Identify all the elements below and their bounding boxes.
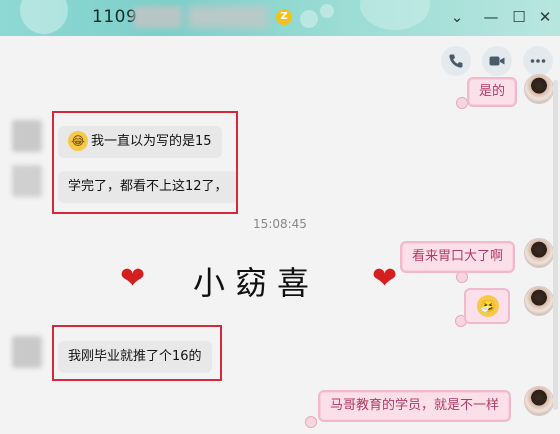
redacted-title xyxy=(134,6,182,28)
title-bar: 1109 Z ⌄ — ☐ ✕ xyxy=(0,0,560,36)
avatar[interactable] xyxy=(12,336,42,368)
maximize-button[interactable]: ☐ xyxy=(508,6,530,28)
sneezing-emoji-icon: 🤧 xyxy=(477,295,499,317)
window-title: 1109 xyxy=(92,7,138,27)
heart-icon: ❤ xyxy=(120,261,146,296)
heart-icon: ❤ xyxy=(372,261,398,296)
highlight-box xyxy=(52,111,238,214)
handwritten-signature: 小窈喜 xyxy=(193,264,320,302)
avatar[interactable] xyxy=(524,74,554,104)
crown-icon: Z xyxy=(276,9,292,25)
highlight-box xyxy=(52,325,222,381)
message-bubble-right[interactable]: 看来胃口大了啊 xyxy=(400,241,516,273)
more-icon xyxy=(530,59,546,63)
member-badge-icon xyxy=(305,416,317,428)
avatar[interactable] xyxy=(524,238,554,268)
decoration xyxy=(320,4,334,18)
voice-call-button[interactable] xyxy=(441,46,471,76)
message-bubble-right[interactable]: 马哥教育的学员，就是不一样 xyxy=(318,390,512,422)
avatar[interactable] xyxy=(524,286,554,316)
video-call-button[interactable] xyxy=(482,46,512,76)
close-button[interactable]: ✕ xyxy=(534,6,556,28)
timestamp: 15:08:45 xyxy=(253,217,307,231)
more-options-button[interactable] xyxy=(523,46,553,76)
decoration xyxy=(20,0,68,34)
minimize-button[interactable]: — xyxy=(480,6,502,28)
avatar[interactable] xyxy=(524,386,554,416)
dropdown-chevron-button[interactable]: ⌄ xyxy=(446,6,468,28)
decoration xyxy=(300,10,318,28)
phone-icon xyxy=(449,54,463,68)
avatar[interactable] xyxy=(12,120,42,152)
message-bubble-right[interactable]: 🤧 xyxy=(464,288,510,324)
avatar[interactable] xyxy=(12,165,42,197)
message-bubble-right[interactable]: 是的 xyxy=(467,77,518,107)
video-icon xyxy=(489,56,505,66)
chat-scrollbar[interactable] xyxy=(553,80,558,410)
decoration xyxy=(360,0,430,30)
redacted-title xyxy=(188,6,268,28)
